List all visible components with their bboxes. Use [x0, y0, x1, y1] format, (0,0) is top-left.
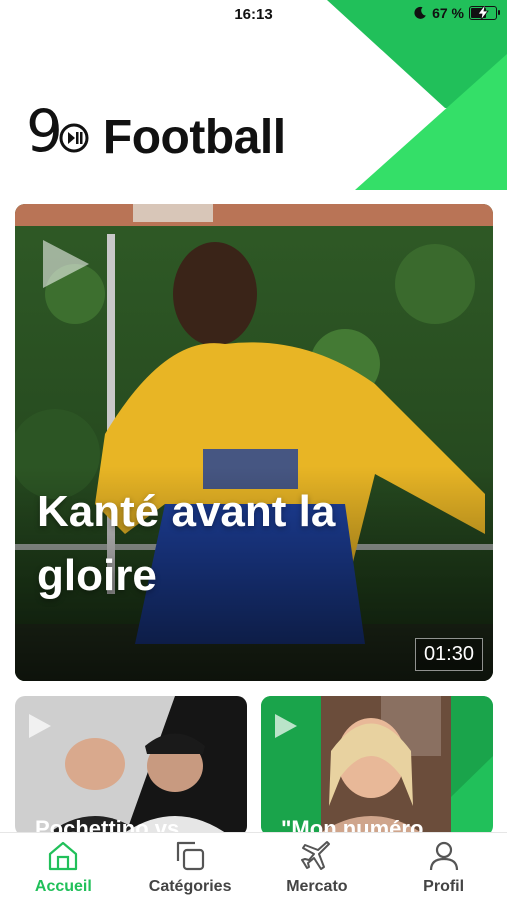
home-icon [49, 841, 78, 871]
hero-title: Kanté avant la gloire [37, 487, 336, 600]
categories-icon [177, 841, 205, 871]
logo-text: Football [102, 111, 286, 164]
video-card[interactable]: Pochettino vs [15, 696, 247, 836]
play-icon [29, 714, 51, 738]
status-indicators: 67 % [413, 5, 500, 21]
bottom-tab-bar: Accueil Catégories Mercato Profil [0, 832, 507, 900]
tab-label: Mercato [286, 878, 348, 895]
hero-video-card[interactable]: Kanté avant la gloire 01:30 [15, 204, 493, 681]
tab-profil[interactable]: Profil [380, 833, 507, 900]
app-logo: 9 Football [26, 100, 286, 162]
battery-icon [469, 6, 500, 20]
tab-accueil[interactable]: Accueil [0, 833, 127, 900]
video-duration: 01:30 [414, 638, 483, 671]
video-card[interactable]: "Mon numéro [261, 696, 493, 836]
tab-categories[interactable]: Catégories [127, 833, 254, 900]
charging-bolt-icon [477, 6, 489, 20]
play-icon [43, 240, 89, 288]
tab-label: Catégories [148, 878, 232, 895]
tab-label: Accueil [34, 878, 92, 895]
battery-percentage: 67 % [432, 5, 464, 21]
play-pause-icon [59, 123, 89, 153]
status-bar: 16:13 67 % [0, 0, 507, 30]
moon-icon [414, 6, 426, 19]
airplane-icon [300, 841, 330, 870]
play-icon [275, 714, 297, 738]
tab-mercato[interactable]: Mercato [254, 833, 381, 900]
user-icon [429, 841, 458, 871]
logo-nine: 9 [26, 97, 63, 165]
tab-label: Profil [423, 878, 465, 895]
